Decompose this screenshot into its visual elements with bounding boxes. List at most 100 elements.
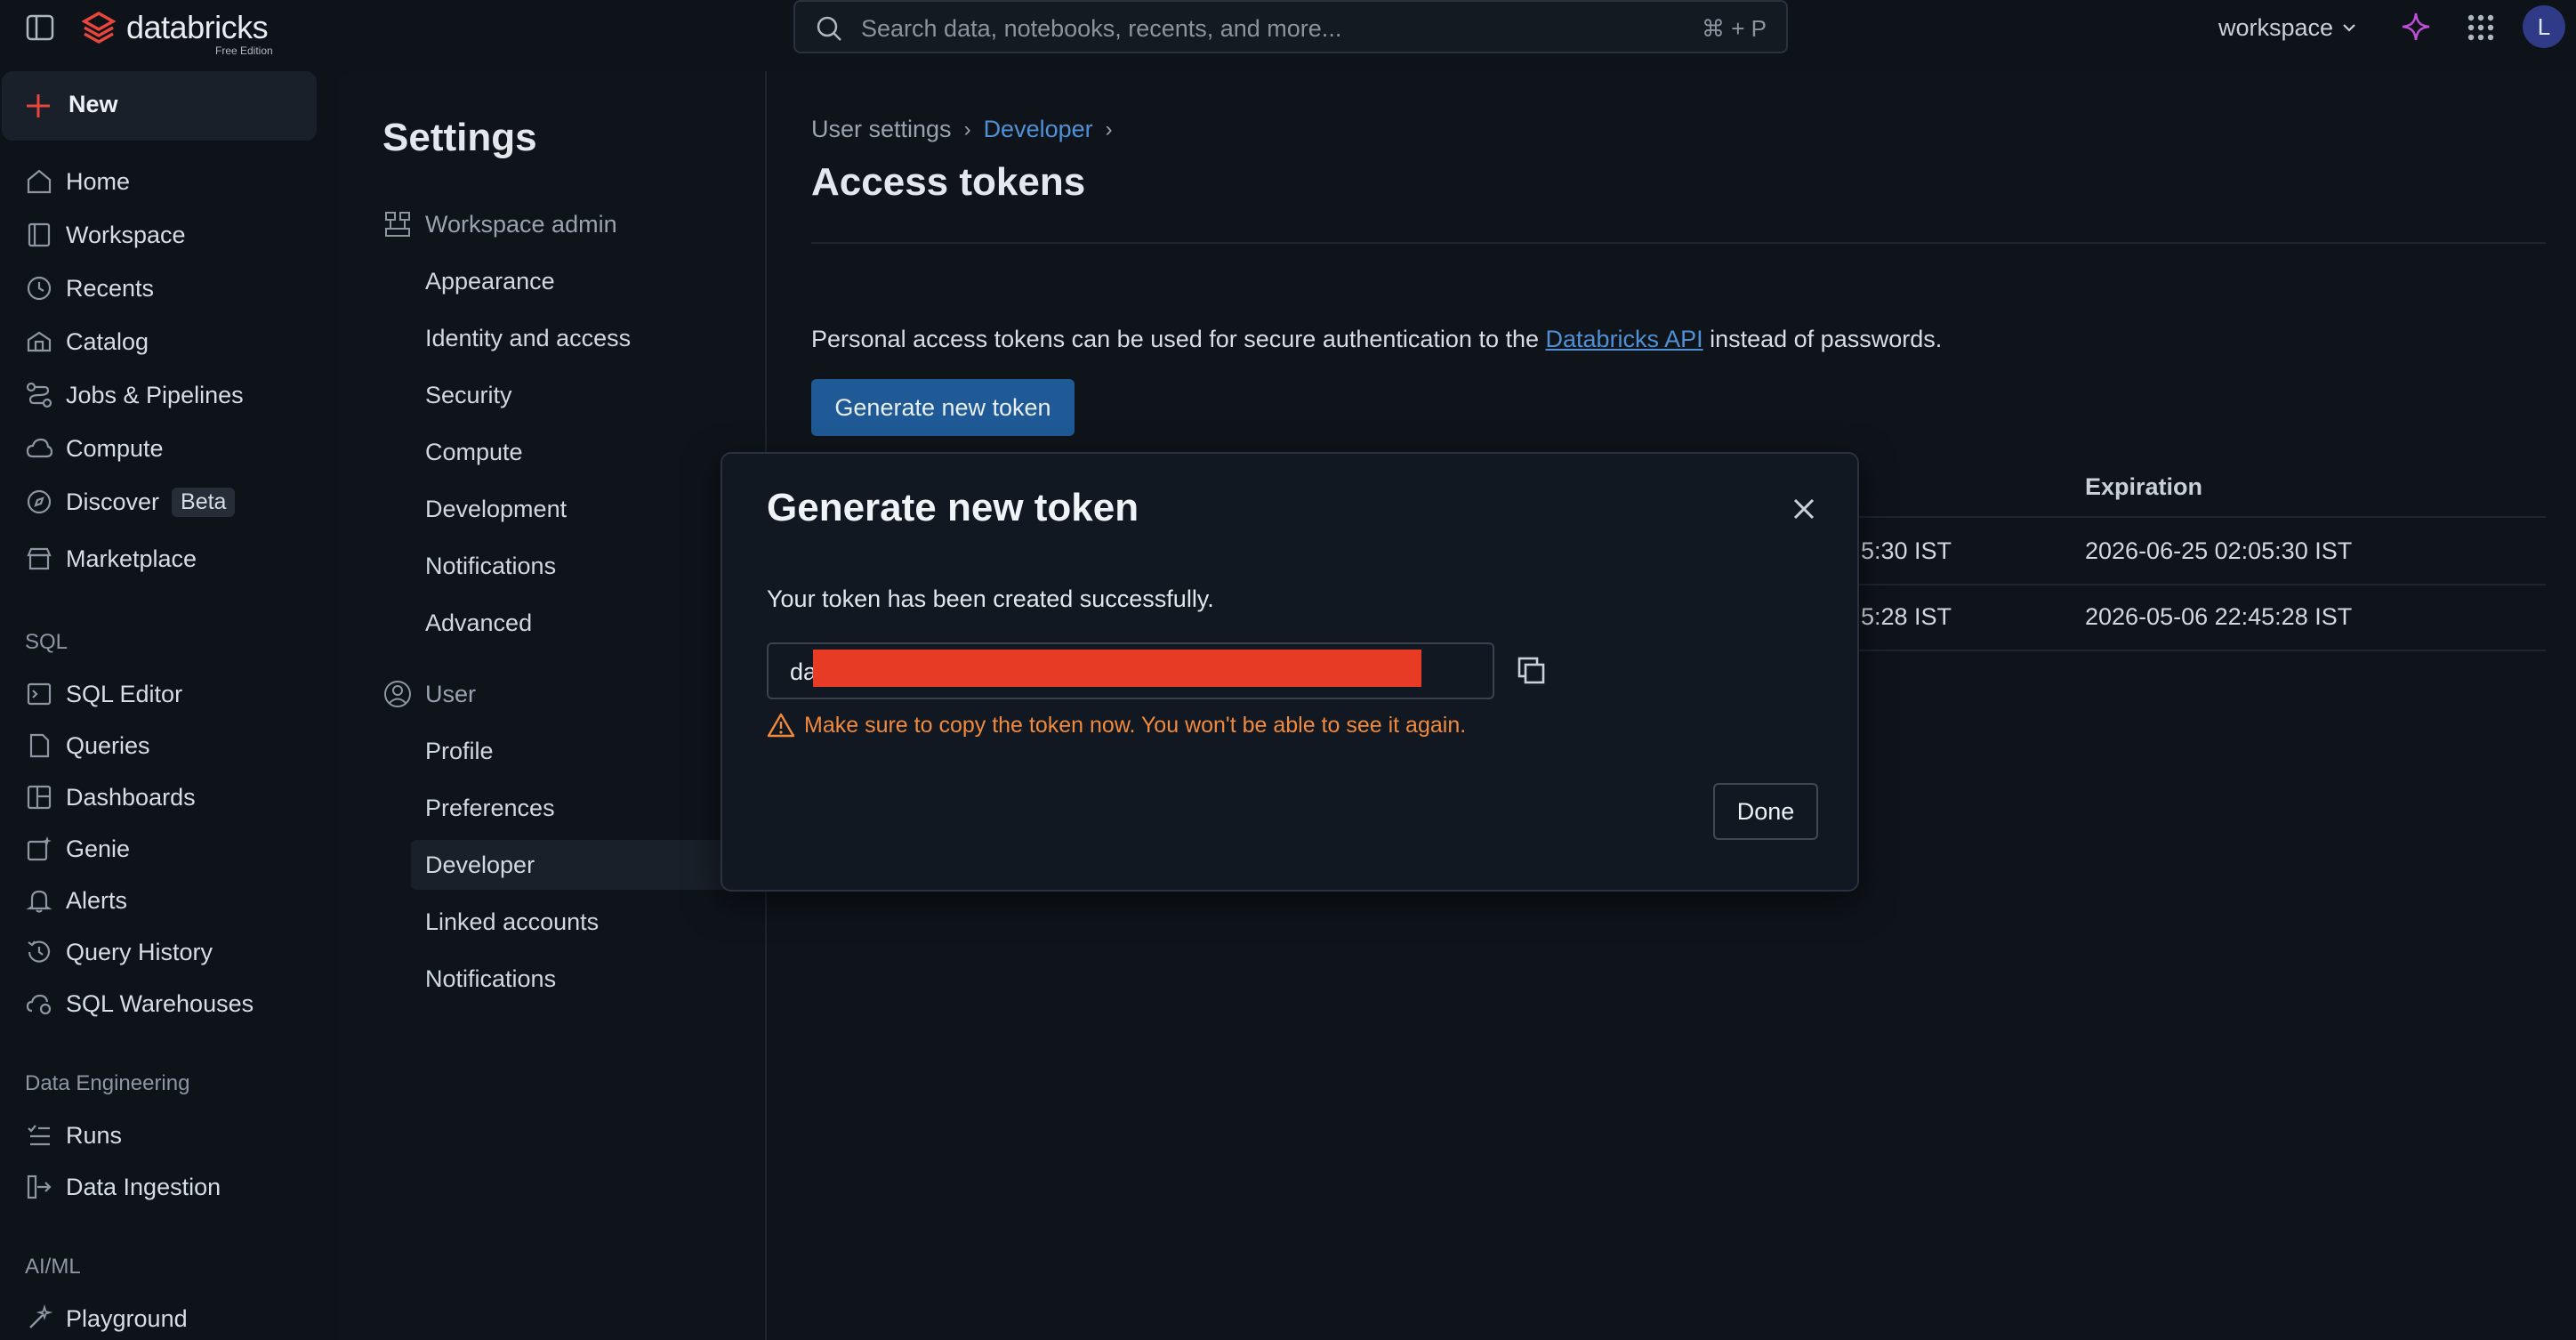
nav-item-home[interactable]: Home xyxy=(25,164,130,199)
chevron-down-icon xyxy=(2340,19,2358,36)
search-shortcut: ⌘ + P xyxy=(1702,15,1767,42)
settings-sidebar: Settings Workspace admin Appearance Iden… xyxy=(340,71,767,1340)
dialog-title: Generate new token xyxy=(767,486,1139,529)
nav-item-compute[interactable]: Compute xyxy=(25,431,164,466)
nav-item-discover[interactable]: Discover Beta xyxy=(25,484,236,520)
workspace-label: workspace xyxy=(2218,13,2334,41)
assistant-sparkle-icon[interactable] xyxy=(2400,11,2432,43)
nav-item-queries[interactable]: Queries xyxy=(25,728,150,763)
dashboard-icon xyxy=(25,783,53,811)
top-bar: databricks Free Edition Search data, not… xyxy=(0,0,2576,71)
search-input[interactable]: Search data, notebooks, recents, and mor… xyxy=(793,0,1788,53)
nav-item-jobs-pipelines[interactable]: Jobs & Pipelines xyxy=(25,377,244,413)
settings-item-profile[interactable]: Profile xyxy=(425,733,494,769)
copy-icon[interactable] xyxy=(1512,651,1551,690)
nav-item-runs[interactable]: Runs xyxy=(25,1118,122,1153)
column-header-expiration[interactable]: Expiration xyxy=(2085,473,2202,501)
warehouse-icon xyxy=(25,989,53,1018)
query-icon xyxy=(25,731,53,760)
nav-item-label: Dashboards xyxy=(66,783,196,811)
token-expiration-cell: 2026-05-06 22:45:28 IST xyxy=(2085,603,2353,630)
new-button-label: New xyxy=(68,91,118,117)
workspace-switcher[interactable]: workspace xyxy=(2218,12,2358,43)
divider xyxy=(811,242,2546,244)
nav-item-genie[interactable]: Genie xyxy=(25,831,130,867)
nav-section-sql: SQL xyxy=(25,630,68,654)
nav-item-label: Query History xyxy=(66,938,213,965)
search-placeholder: Search data, notebooks, recents, and mor… xyxy=(861,15,1342,42)
nav-item-label: Discover xyxy=(66,488,160,515)
databricks-logo-icon xyxy=(82,11,116,46)
nav-item-sql-warehouses[interactable]: SQL Warehouses xyxy=(25,986,254,1021)
catalog-icon xyxy=(25,327,53,356)
logo-name: databricks xyxy=(126,9,269,45)
nav-item-label: Alerts xyxy=(66,886,128,914)
store-icon xyxy=(25,545,53,573)
databricks-api-link[interactable]: Databricks API xyxy=(1546,326,1703,352)
nav-item-workspace[interactable]: Workspace xyxy=(25,217,186,253)
nav-item-marketplace[interactable]: Marketplace xyxy=(25,541,197,577)
sql-editor-icon xyxy=(25,680,53,708)
history-icon xyxy=(25,938,53,966)
nav-item-label: SQL Editor xyxy=(66,680,183,707)
nav-item-label: Workspace xyxy=(66,221,186,248)
playground-icon xyxy=(25,1304,53,1333)
databricks-logo[interactable]: databricks Free Edition xyxy=(82,9,286,59)
user-circle-icon xyxy=(382,679,413,709)
nav-item-catalog[interactable]: Catalog xyxy=(25,324,149,359)
desc-text-before: Personal access tokens can be used for s… xyxy=(811,326,1546,352)
compass-icon xyxy=(25,488,53,516)
nav-item-query-history[interactable]: Query History xyxy=(25,934,213,970)
genie-icon xyxy=(25,835,53,863)
page-title: Access tokens xyxy=(811,160,1086,204)
token-expiration-cell: 2026-06-25 02:05:30 IST xyxy=(2085,537,2353,564)
nav-item-label: Queries xyxy=(66,731,150,759)
settings-item-user-notifications[interactable]: Notifications xyxy=(425,961,556,997)
settings-item-preferences[interactable]: Preferences xyxy=(425,790,555,826)
warning-text: Make sure to copy the token now. You won… xyxy=(804,712,1467,738)
nav-item-alerts[interactable]: Alerts xyxy=(25,883,127,918)
nav-item-label: Compute xyxy=(66,434,164,462)
settings-item-advanced[interactable]: Advanced xyxy=(425,605,532,641)
nav-item-dashboards[interactable]: Dashboards xyxy=(25,779,196,815)
settings-item-identity-and-access[interactable]: Identity and access xyxy=(425,320,631,356)
nav-section-data-engineering: Data Engineering xyxy=(25,1071,190,1095)
settings-group-label: User xyxy=(425,680,477,707)
settings-title: Settings xyxy=(382,116,537,159)
left-nav: New Home Workspace Recents Catalog Jobs … xyxy=(0,71,340,1340)
breadcrumb-user-settings[interactable]: User settings xyxy=(811,116,952,143)
generate-new-token-button[interactable]: Generate new token xyxy=(811,379,1075,436)
nav-item-recents[interactable]: Recents xyxy=(25,270,154,306)
nav-item-label: Marketplace xyxy=(66,545,197,572)
token-field[interactable]: da xyxy=(767,642,1494,699)
nav-item-sql-editor[interactable]: SQL Editor xyxy=(25,676,182,712)
nav-item-label: Home xyxy=(66,167,131,195)
nav-item-label: Recents xyxy=(66,274,155,302)
settings-group-label: Workspace admin xyxy=(425,210,617,238)
nav-item-data-ingestion[interactable]: Data Ingestion xyxy=(25,1169,221,1205)
settings-item-appearance[interactable]: Appearance xyxy=(425,263,555,299)
new-button[interactable]: New xyxy=(2,71,317,141)
breadcrumb-developer[interactable]: Developer xyxy=(984,116,1093,143)
nav-item-label: Genie xyxy=(66,835,131,862)
beta-badge: Beta xyxy=(172,487,236,517)
nav-item-label: Data Ingestion xyxy=(66,1173,221,1200)
close-icon[interactable] xyxy=(1786,491,1822,527)
avatar[interactable]: L xyxy=(2523,5,2565,48)
nav-item-playground[interactable]: Playground xyxy=(25,1301,188,1336)
settings-item-security[interactable]: Security xyxy=(425,377,512,413)
apps-grid-icon[interactable] xyxy=(2466,12,2496,43)
copy-warning: Make sure to copy the token now. You won… xyxy=(767,712,1466,739)
settings-item-compute[interactable]: Compute xyxy=(425,434,523,470)
nav-item-label: Playground xyxy=(66,1304,188,1332)
breadcrumb: User settings › Developer › xyxy=(811,116,1113,143)
settings-item-notifications[interactable]: Notifications xyxy=(425,548,556,584)
settings-item-development[interactable]: Development xyxy=(425,491,567,527)
cloud-icon xyxy=(25,434,53,463)
sidebar-toggle-icon[interactable] xyxy=(25,12,55,43)
done-button[interactable]: Done xyxy=(1713,783,1818,840)
workspace-admin-icon xyxy=(382,209,413,239)
settings-item-developer[interactable]: Developer xyxy=(425,847,535,883)
settings-item-linked-accounts[interactable]: Linked accounts xyxy=(425,904,599,940)
nav-item-label: Catalog xyxy=(66,327,149,355)
